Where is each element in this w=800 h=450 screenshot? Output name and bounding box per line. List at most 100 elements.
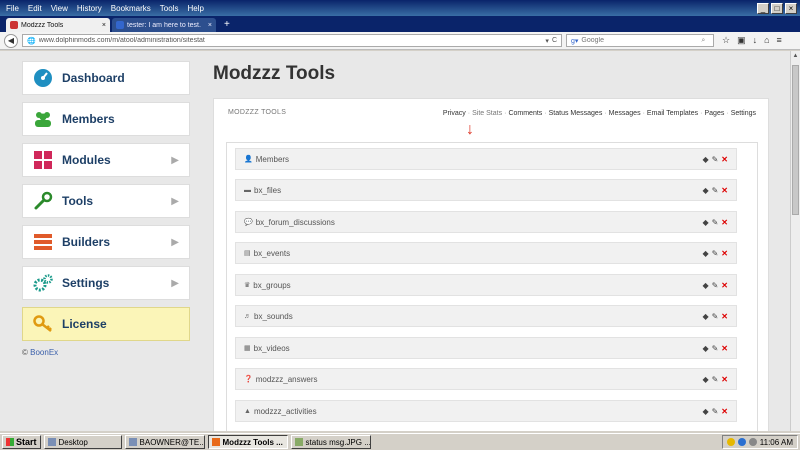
tab-modzzz-tools[interactable]: Modzzz Tools × — [6, 18, 110, 32]
tag-icon[interactable]: ◆ — [702, 281, 708, 290]
url-bar[interactable]: 🌐 www.dolphinmods.com/m/atool/administra… — [22, 34, 562, 47]
list-item[interactable]: ❓ modzzz_answers ◆ ✎ ✕ — [235, 368, 737, 390]
delete-icon[interactable]: ✕ — [721, 249, 728, 258]
edit-icon[interactable]: ✎ — [712, 407, 719, 416]
menu-bookmarks[interactable]: Bookmarks — [111, 4, 151, 13]
tab-bar: Modzzz Tools × tester: I am here to test… — [0, 16, 800, 32]
menu-history[interactable]: History — [77, 4, 102, 13]
volume-icon[interactable] — [748, 438, 757, 446]
boonex-link[interactable]: BoonEx — [30, 348, 58, 357]
tag-icon[interactable]: ◆ — [702, 312, 708, 321]
tag-icon[interactable]: ◆ — [702, 344, 708, 353]
delete-icon[interactable]: ✕ — [721, 186, 728, 195]
task-status-msg[interactable]: status msg.JPG ... — [290, 435, 371, 449]
tag-icon[interactable]: ◆ — [702, 249, 708, 258]
back-button[interactable]: ◀ — [4, 33, 18, 48]
download-icon[interactable]: ↓ — [753, 35, 758, 46]
scrollbar-thumb[interactable] — [792, 65, 799, 215]
edit-icon[interactable]: ✎ — [712, 375, 719, 384]
edit-icon[interactable]: ✎ — [712, 186, 719, 195]
network-icon[interactable] — [737, 438, 746, 446]
menu-view[interactable]: View — [51, 4, 68, 13]
menu-file[interactable]: File — [6, 4, 19, 13]
close-window-button[interactable]: × — [785, 2, 797, 14]
red-arrow-annotation-icon: ↓ — [466, 121, 474, 138]
link-privacy[interactable]: Privacy — [443, 110, 466, 117]
sidebar-item-label: License — [62, 317, 107, 331]
new-tab-button[interactable]: + — [218, 18, 236, 32]
search-bar[interactable]: g▾ ⌕ — [566, 34, 714, 47]
reload-icon[interactable]: C — [552, 37, 557, 44]
tab-tester[interactable]: tester: I am here to test. × — [112, 18, 216, 32]
home-icon[interactable]: ⌂ — [764, 35, 769, 46]
sidebar-item-modules[interactable]: Modules ▶ — [22, 143, 190, 177]
task-modzzz-tools[interactable]: Modzzz Tools ... — [207, 435, 288, 449]
list-item-label: modzzz_answers — [255, 374, 318, 384]
delete-icon[interactable]: ✕ — [721, 344, 728, 353]
menu-edit[interactable]: Edit — [28, 4, 42, 13]
calendar-icon: ▤ — [244, 250, 251, 257]
maximize-button[interactable]: □ — [771, 2, 783, 14]
search-input[interactable] — [581, 37, 702, 44]
edit-icon[interactable]: ✎ — [712, 281, 719, 290]
page-scrollbar[interactable]: ▲ — [790, 51, 800, 431]
link-pages[interactable]: Pages — [705, 110, 725, 117]
link-status-messages[interactable]: Status Messages — [549, 110, 603, 117]
edit-icon[interactable]: ✎ — [712, 155, 719, 164]
search-icon[interactable]: ⌕ — [701, 37, 705, 45]
shield-icon[interactable] — [726, 438, 735, 446]
link-settings[interactable]: Settings — [731, 110, 756, 117]
edit-icon[interactable]: ✎ — [712, 218, 719, 227]
delete-icon[interactable]: ✕ — [721, 312, 728, 321]
list-item[interactable]: ♬ bx_sounds ◆ ✎ ✕ — [235, 305, 737, 327]
tab-close-icon[interactable]: × — [102, 22, 106, 29]
list-item[interactable]: 💬 bx_forum_discussions ◆ ✎ ✕ — [235, 211, 737, 233]
sidebar-item-dashboard[interactable]: Dashboard — [22, 61, 190, 95]
sidebar-item-license[interactable]: License — [22, 307, 190, 341]
list-item[interactable]: ▬ bx_files ◆ ✎ ✕ — [235, 179, 737, 201]
list-item[interactable]: ♛ bx_groups ◆ ✎ ✕ — [235, 274, 737, 296]
sidebar-item-tools[interactable]: Tools ▶ — [22, 184, 190, 218]
list-item-label: modzzz_activities — [253, 406, 317, 416]
tab-close-icon[interactable]: × — [208, 22, 212, 29]
star-icon[interactable]: ☆ — [722, 35, 730, 46]
clipboard-icon[interactable]: ▣ — [737, 35, 746, 46]
list-item[interactable]: ▲ modzzz_activities ◆ ✎ ✕ — [235, 400, 737, 422]
start-button[interactable]: Start — [2, 435, 41, 449]
tag-icon[interactable]: ◆ — [702, 407, 708, 416]
list-item[interactable]: ▤ bx_events ◆ ✎ ✕ — [235, 242, 737, 264]
link-site-stats[interactable]: Site Stats — [472, 110, 502, 117]
list-item-label: bx_videos — [253, 343, 290, 353]
delete-icon[interactable]: ✕ — [721, 375, 728, 384]
edit-icon[interactable]: ✎ — [712, 249, 719, 258]
tag-icon[interactable]: ◆ — [702, 155, 708, 164]
link-messages[interactable]: Messages — [609, 110, 641, 117]
sidebar-item-label: Dashboard — [62, 71, 125, 85]
link-email-templates[interactable]: Email Templates — [647, 110, 698, 117]
task-label: Desktop — [58, 437, 88, 447]
list-item[interactable]: ▦ bx_videos ◆ ✎ ✕ — [235, 337, 737, 359]
sidebar-item-builders[interactable]: Builders ▶ — [22, 225, 190, 259]
delete-icon[interactable]: ✕ — [721, 218, 728, 227]
minimize-button[interactable]: _ — [757, 2, 769, 14]
menu-help[interactable]: Help — [187, 4, 203, 13]
task-baowner[interactable]: BAOWNER@TE... — [124, 435, 205, 449]
list-item[interactable]: 👤 Members ◆ ✎ ✕ — [235, 148, 737, 170]
tag-icon[interactable]: ◆ — [702, 186, 708, 195]
delete-icon[interactable]: ✕ — [721, 407, 728, 416]
edit-icon[interactable]: ✎ — [712, 312, 719, 321]
tag-icon[interactable]: ◆ — [702, 375, 708, 384]
sidebar-item-members[interactable]: Members — [22, 102, 190, 136]
system-tray: 11:06 AM — [721, 435, 798, 449]
tag-icon[interactable]: ◆ — [702, 218, 708, 227]
scroll-up-icon[interactable]: ▲ — [791, 51, 800, 61]
edit-icon[interactable]: ✎ — [712, 344, 719, 353]
dropdown-icon[interactable]: ▾ — [545, 37, 549, 45]
delete-icon[interactable]: ✕ — [721, 155, 728, 164]
sidebar-item-settings[interactable]: Settings ▶ — [22, 266, 190, 300]
delete-icon[interactable]: ✕ — [721, 281, 728, 290]
menu-tools[interactable]: Tools — [160, 4, 179, 13]
link-comments[interactable]: Comments — [508, 110, 542, 117]
hamburger-menu-icon[interactable]: ≡ — [777, 35, 782, 46]
task-desktop[interactable]: Desktop — [43, 435, 122, 449]
